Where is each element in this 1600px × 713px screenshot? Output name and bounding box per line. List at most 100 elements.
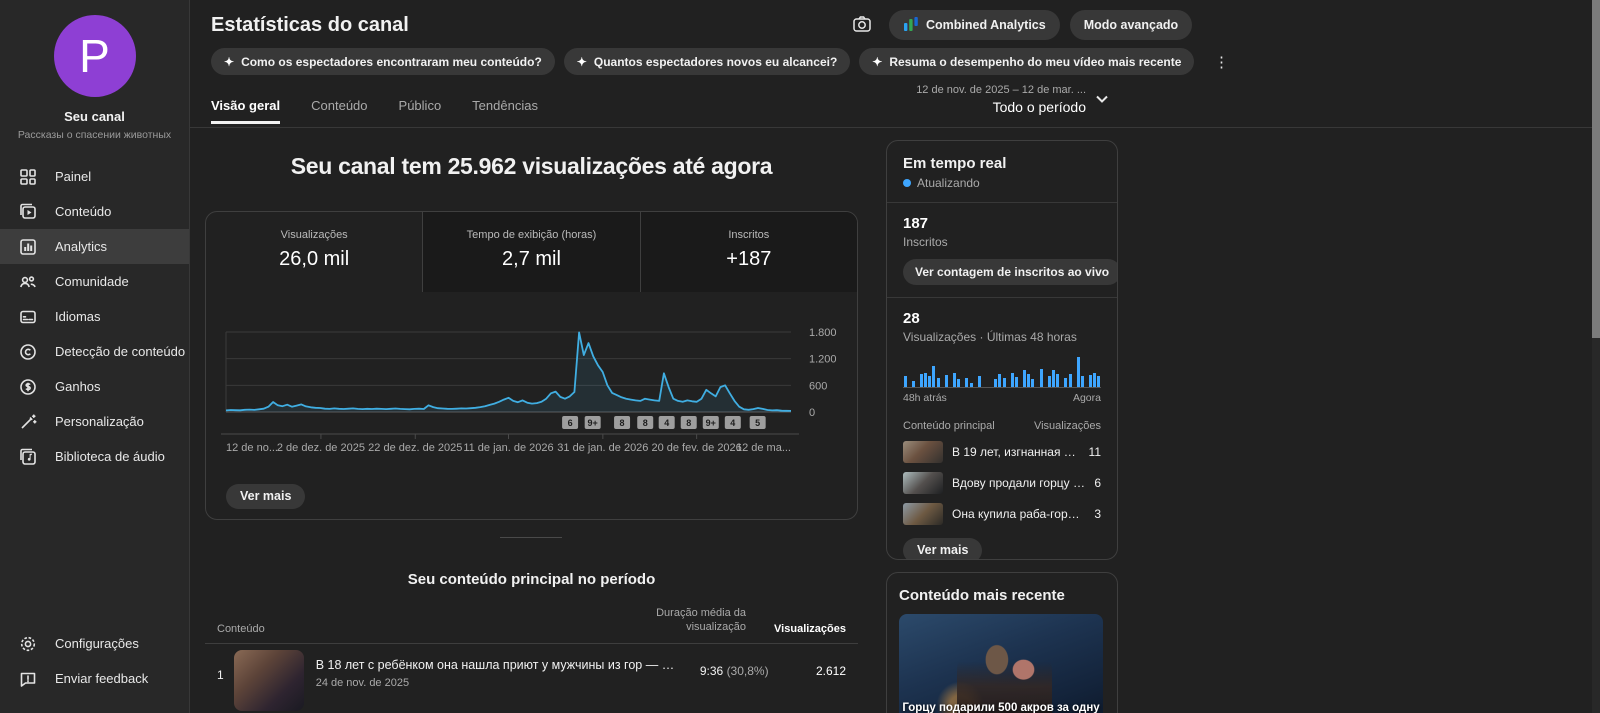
thumbnail-caption: Горцу подарили 500 акров за одну ночь xyxy=(902,702,1100,713)
video-marker-badge-label: 5 xyxy=(755,418,760,428)
column-header-duration-line1: Duração média da xyxy=(656,607,746,619)
views-count: 3 xyxy=(1094,507,1101,521)
metric-card-views[interactable]: Visualizações 26,0 mil xyxy=(206,212,422,292)
views-line-chart: 1.800 1.200 600 0 12 de no...2 de dez. de 20… xyxy=(221,327,837,454)
scrollbar-thumb[interactable] xyxy=(1592,0,1600,338)
sidebar-item-label: Personalização xyxy=(55,414,144,429)
chevron-down-icon[interactable] xyxy=(1093,90,1111,111)
subtitles-icon xyxy=(18,307,38,327)
header-actions: Combined Analytics Modo avançado xyxy=(845,8,1193,42)
latest-video-thumbnail[interactable]: Горцу подарили 500 акров за одну ночь xyxy=(899,614,1103,713)
section-divider xyxy=(500,537,562,538)
duration-value: 9:36 xyxy=(699,663,724,678)
sparkle-icon: ✦ xyxy=(872,54,883,69)
divider xyxy=(887,202,1117,203)
date-range-dates: 12 de nov. de 2025 – 12 de mar. ... xyxy=(916,84,1086,96)
metric-card-watch-time[interactable]: Tempo de exibição (horas) 2,7 mil xyxy=(422,212,640,292)
sidebar-item-configuracoes[interactable]: Configurações xyxy=(0,626,189,661)
sidebar: P Seu canal Рассказы о спасении животных… xyxy=(0,0,190,713)
video-marker-badge-label: 6 xyxy=(568,418,573,428)
row-rank: 1 xyxy=(217,667,224,682)
dashboard-icon xyxy=(18,167,38,187)
metric-label: Visualizações xyxy=(280,229,348,241)
realtime-views-label: Visualizações · Últimas 48 horas xyxy=(903,330,1077,344)
tab-tendencias[interactable]: Tendências xyxy=(472,98,538,122)
scrollbar-track[interactable] xyxy=(1592,0,1600,713)
sidebar-item-painel[interactable]: Painel xyxy=(0,159,189,194)
sidebar-item-deteccao[interactable]: Detecção de conteúdo xyxy=(0,334,189,369)
sidebar-item-label: Idiomas xyxy=(55,309,101,324)
video-title: В 18 лет с ребёнком она нашла приют у му… xyxy=(315,657,676,672)
channel-name: Seu canal xyxy=(64,109,125,124)
axis-label-left: 48h atrás xyxy=(903,392,947,404)
thumbnail-figures xyxy=(957,632,1052,713)
column-header-duration-line2: visualização xyxy=(686,621,746,634)
feedback-icon xyxy=(18,669,38,689)
content-area: Estatísticas do canal Combined Analytics… xyxy=(190,0,1600,713)
youtube-studio-analytics-page: P Seu canal Рассказы о спасении животных… xyxy=(0,0,1600,713)
sidebar-item-feedback[interactable]: Enviar feedback xyxy=(0,661,189,696)
video-title: Вдову продали горцу как ра... xyxy=(952,476,1086,490)
sidebar-item-comunidade[interactable]: Comunidade xyxy=(0,264,189,299)
table-row[interactable]: 1 В 18 лет с ребёнком она нашла приют у … xyxy=(205,644,858,711)
realtime-column: Em tempo real Atualizando 187 Inscritos … xyxy=(886,140,1118,713)
video-thumbnail xyxy=(234,649,304,711)
see-more-button[interactable]: Ver mais xyxy=(226,484,306,509)
sidebar-item-ganhos[interactable]: Ganhos xyxy=(0,369,189,404)
metric-value: +187 xyxy=(726,248,772,270)
avg-view-duration: 9:36 (30,8%) xyxy=(676,650,769,678)
live-subscriber-count-button[interactable]: Ver contagem de inscritos ao vivo xyxy=(903,259,1117,285)
realtime-card: Em tempo real Atualizando 187 Inscritos … xyxy=(886,140,1118,560)
series-area xyxy=(226,332,791,412)
video-date: 24 de nov. de 2025 xyxy=(315,676,410,689)
column-header-content[interactable]: Conteúdo xyxy=(217,623,626,635)
channel-avatar[interactable]: P xyxy=(53,15,136,97)
tabs-divider xyxy=(190,127,1600,128)
chip-new-viewers[interactable]: ✦ Quantos espectadores novos eu alcancei… xyxy=(563,48,851,75)
chip-latest-video-summary[interactable]: ✦ Resuma o desempenho do meu vídeo mais … xyxy=(859,48,1195,75)
sparkle-icon: ✦ xyxy=(224,54,235,69)
overview-headline: Seu canal tem 25.962 visualizações até a… xyxy=(290,153,773,179)
list-item[interactable]: Она купила раба-горца за 3 ... 3 xyxy=(903,503,1101,525)
metric-cards-row: Visualizações 26,0 mil Tempo de exibição… xyxy=(206,212,857,292)
metric-value: 2,7 mil xyxy=(502,248,561,270)
latest-content-title: Conteúdo mais recente xyxy=(899,587,1065,604)
chip-how-found[interactable]: ✦ Como os espectadores encontraram meu c… xyxy=(211,48,555,75)
chips-overflow-menu-icon[interactable]: ⋮ xyxy=(1211,53,1231,71)
realtime-views-value: 28 xyxy=(903,310,920,327)
combined-analytics-icon xyxy=(903,16,919,35)
video-marker-badge-label: 4 xyxy=(730,418,735,428)
combined-analytics-button[interactable]: Combined Analytics xyxy=(889,10,1060,40)
column-header-duration[interactable]: Duração média da visualização xyxy=(626,606,746,635)
advanced-mode-button[interactable]: Modo avançado xyxy=(1069,10,1193,40)
sidebar-item-idiomas[interactable]: Idiomas xyxy=(0,299,189,334)
list-item[interactable]: Вдову продали горцу как ра... 6 xyxy=(903,472,1101,494)
sidebar-item-conteudo[interactable]: Conteúdo xyxy=(0,194,189,229)
date-range-selector[interactable]: 12 de nov. de 2025 – 12 de mar. ... Todo… xyxy=(830,84,1086,115)
sidebar-item-biblioteca[interactable]: Biblioteca de áudio xyxy=(0,439,189,474)
realtime-title: Em tempo real xyxy=(903,155,1007,172)
see-more-button[interactable]: Ver mais xyxy=(903,538,983,559)
video-marker-badge-label: 8 xyxy=(686,418,691,428)
y-axis-tick-label: 1.200 xyxy=(809,354,837,366)
column-header-views[interactable]: Visualizações xyxy=(746,623,846,635)
sidebar-item-label: Configurações xyxy=(55,636,139,651)
list-header-content: Conteúdo principal xyxy=(903,420,995,432)
sidebar-item-label: Conteúdo xyxy=(55,204,112,219)
copyright-icon xyxy=(18,342,38,362)
sidebar-item-analytics[interactable]: Analytics xyxy=(0,229,189,264)
sidebar-item-label: Comunidade xyxy=(55,274,129,289)
sidebar-item-label: Analytics xyxy=(55,239,108,254)
advanced-mode-label: Modo avançado xyxy=(1083,18,1179,32)
tab-publico[interactable]: Público xyxy=(399,98,442,122)
key-metrics-card: Visualizações 26,0 mil Tempo de exibição… xyxy=(205,211,858,520)
metric-card-subscribers[interactable]: Inscritos +187 xyxy=(639,212,857,292)
y-axis-tick-label: 1.800 xyxy=(809,327,837,339)
list-item[interactable]: В 19 лет, изгнанная собств... 11 xyxy=(903,441,1101,463)
latest-content-card: Conteúdo mais recente Горцу подарили 500… xyxy=(886,572,1118,713)
screenshot-camera-button[interactable] xyxy=(845,8,879,42)
tab-visao-geral[interactable]: Visão geral xyxy=(211,98,281,124)
tab-conteudo[interactable]: Conteúdo xyxy=(311,98,367,122)
sidebar-item-personalizacao[interactable]: Personalização xyxy=(0,404,189,439)
y-axis-tick-label: 0 xyxy=(809,407,815,419)
